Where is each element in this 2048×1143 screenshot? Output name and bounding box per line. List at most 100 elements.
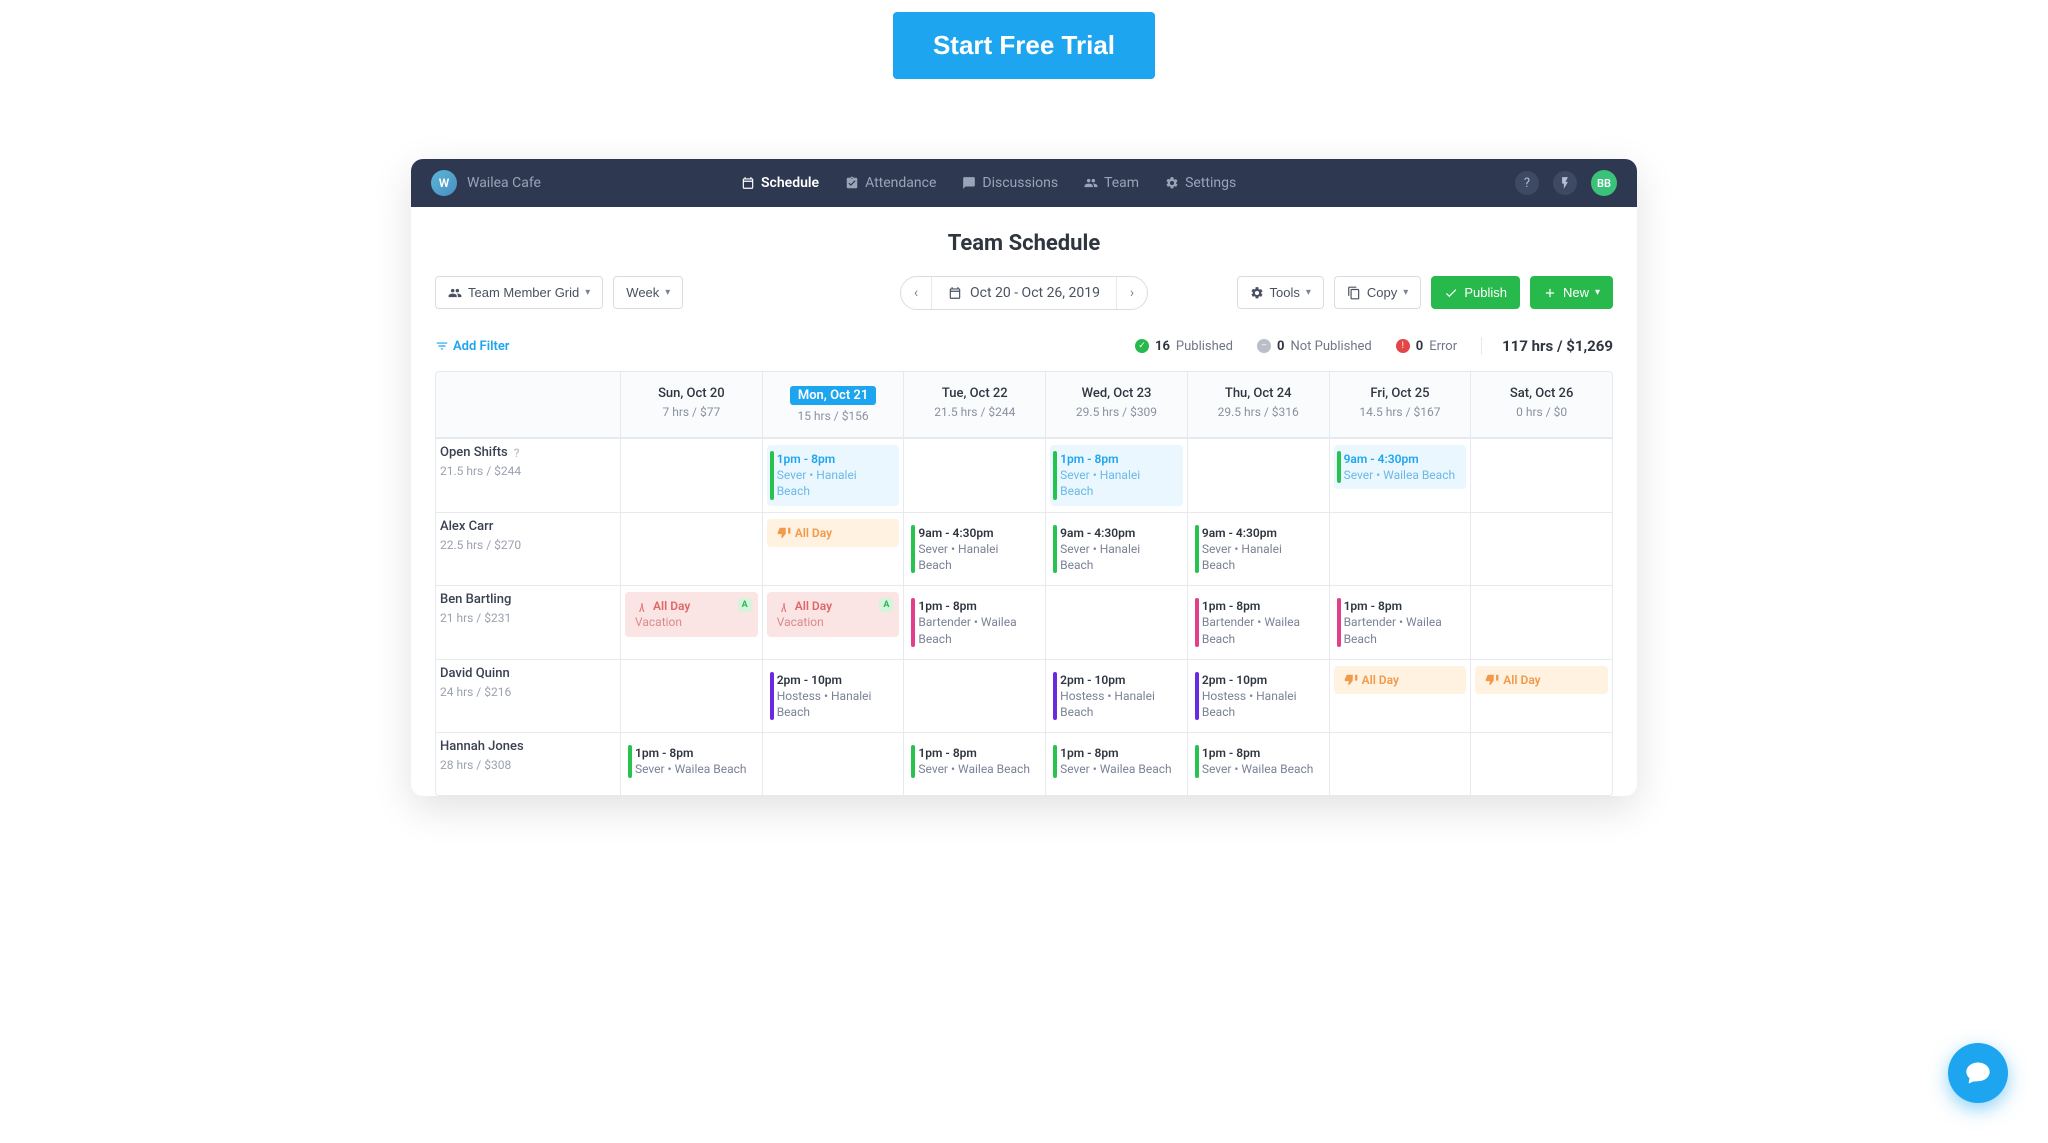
schedule-cell[interactable]: 9am - 4:30pmSever • Hanalei Beach — [1045, 513, 1187, 586]
nav-team[interactable]: Team — [1084, 175, 1139, 191]
nav-attendance[interactable]: Attendance — [845, 175, 936, 191]
tools-dropdown[interactable]: Tools ▾ — [1237, 276, 1324, 309]
row-header[interactable]: Ben Bartling21 hrs / $231 — [436, 586, 620, 659]
shift-card[interactable]: 1pm - 8pmBartender • Wailea Beach — [1334, 592, 1467, 653]
shift-card[interactable]: 1pm - 8pmSever • Wailea Beach — [625, 739, 758, 783]
row-header[interactable]: Hannah Jones28 hrs / $308 — [436, 733, 620, 795]
row-header[interactable]: David Quinn24 hrs / $216 — [436, 660, 620, 733]
timeoff-card[interactable]: All Day — [1334, 666, 1467, 694]
nav-discussions[interactable]: Discussions — [962, 175, 1058, 191]
schedule-cell[interactable] — [1470, 733, 1612, 795]
schedule-cell[interactable]: 1pm - 8pmBartender • Wailea Beach — [1329, 586, 1471, 659]
shift-card[interactable]: 9am - 4:30pmSever • Hanalei Beach — [1192, 519, 1325, 580]
shift-card[interactable]: 9am - 4:30pmSever • Hanalei Beach — [1050, 519, 1183, 580]
help-icon[interactable]: ? — [514, 446, 520, 460]
vacation-card[interactable]: All DayVacationA — [625, 592, 758, 636]
shift-card[interactable]: 1pm - 8pmSever • Hanalei Beach — [767, 445, 900, 506]
shift-card[interactable]: 2pm - 10pmHostess • Hanalei Beach — [1192, 666, 1325, 727]
start-free-trial-button[interactable]: Start Free Trial — [893, 12, 1155, 79]
schedule-cell[interactable]: 1pm - 8pmSever • Hanalei Beach — [1045, 439, 1187, 512]
date-prev-button[interactable]: ‹ — [901, 277, 931, 309]
schedule-cell[interactable] — [620, 513, 762, 586]
row-header[interactable]: Open Shifts?21.5 hrs / $244 — [436, 439, 620, 512]
schedule-cell[interactable] — [620, 439, 762, 512]
schedule-cell[interactable] — [1329, 733, 1471, 795]
nav-schedule[interactable]: Schedule — [741, 175, 819, 191]
schedule-cell[interactable]: 9am - 4:30pmSever • Hanalei Beach — [903, 513, 1045, 586]
shift-detail: Sever • Wailea Beach — [1202, 761, 1317, 777]
schedule-cell[interactable]: All Day — [1329, 660, 1471, 733]
shift-card[interactable]: 1pm - 8pmSever • Wailea Beach — [1050, 739, 1183, 783]
shift-card[interactable]: 2pm - 10pmHostess • Hanalei Beach — [1050, 666, 1183, 727]
schedule-cell[interactable]: 1pm - 8pmSever • Wailea Beach — [620, 733, 762, 795]
schedule-cell[interactable]: 9am - 4:30pmSever • Wailea Beach — [1329, 439, 1471, 512]
vacation-card[interactable]: All DayVacationA — [767, 592, 900, 636]
shift-time: 1pm - 8pm — [777, 451, 892, 467]
schedule-cell[interactable] — [1470, 513, 1612, 586]
shift-time: 1pm - 8pm — [1202, 598, 1317, 614]
workspace-switcher[interactable]: W Wailea Cafe — [431, 170, 541, 196]
help-icon[interactable]: ? — [1515, 171, 1539, 195]
shift-card[interactable]: 1pm - 8pmSever • Hanalei Beach — [1050, 445, 1183, 506]
workspace-avatar: W — [431, 170, 457, 196]
schedule-cell[interactable] — [903, 439, 1045, 512]
schedule-cell[interactable]: All Day — [1470, 660, 1612, 733]
chat-fab[interactable] — [1948, 1043, 2008, 1103]
schedule-cell[interactable] — [1470, 586, 1612, 659]
date-next-button[interactable]: › — [1117, 277, 1147, 309]
schedule-cell[interactable]: 1pm - 8pmBartender • Wailea Beach — [903, 586, 1045, 659]
schedule-cell[interactable] — [1329, 513, 1471, 586]
shift-card[interactable]: 1pm - 8pmBartender • Wailea Beach — [1192, 592, 1325, 653]
row-header[interactable]: Alex Carr22.5 hrs / $270 — [436, 513, 620, 586]
timeoff-card[interactable]: All Day — [767, 519, 900, 547]
copy-dropdown[interactable]: Copy ▾ — [1334, 276, 1421, 309]
shift-card[interactable]: 9am - 4:30pmSever • Hanalei Beach — [908, 519, 1041, 580]
day-header[interactable]: Sun, Oct 207 hrs / $77 — [620, 372, 762, 438]
date-range-button[interactable]: Oct 20 - Oct 26, 2019 — [932, 277, 1116, 309]
totals-label: 117 hrs / $1,269 — [1481, 337, 1613, 355]
schedule-cell[interactable] — [1470, 439, 1612, 512]
schedule-cell[interactable]: 1pm - 8pmSever • Hanalei Beach — [762, 439, 904, 512]
user-avatar[interactable]: BB — [1591, 170, 1617, 196]
publish-button[interactable]: Publish — [1431, 276, 1520, 309]
schedule-cell[interactable]: All DayVacationA — [762, 586, 904, 659]
schedule-cell[interactable]: 1pm - 8pmBartender • Wailea Beach — [1187, 586, 1329, 659]
shift-card[interactable]: 9am - 4:30pmSever • Wailea Beach — [1334, 445, 1467, 489]
schedule-cell[interactable]: All DayVacationA — [620, 586, 762, 659]
schedule-cell[interactable]: 1pm - 8pmSever • Wailea Beach — [1187, 733, 1329, 795]
schedule-cell[interactable] — [762, 733, 904, 795]
shift-card[interactable]: 2pm - 10pmHostess • Hanalei Beach — [767, 666, 900, 727]
day-header[interactable]: Thu, Oct 2429.5 hrs / $316 — [1187, 372, 1329, 438]
shift-time: All Day — [777, 525, 892, 541]
day-header[interactable]: Wed, Oct 2329.5 hrs / $309 — [1045, 372, 1187, 438]
day-header[interactable]: Tue, Oct 2221.5 hrs / $244 — [903, 372, 1045, 438]
shift-card[interactable]: 1pm - 8pmSever • Wailea Beach — [1192, 739, 1325, 783]
schedule-cell[interactable]: 1pm - 8pmSever • Wailea Beach — [1045, 733, 1187, 795]
day-header[interactable]: Sat, Oct 260 hrs / $0 — [1470, 372, 1612, 438]
new-dropdown[interactable]: New ▾ — [1530, 276, 1613, 309]
schedule-cell[interactable]: 2pm - 10pmHostess • Hanalei Beach — [762, 660, 904, 733]
nav-settings[interactable]: Settings — [1165, 175, 1236, 191]
bolt-icon[interactable] — [1553, 171, 1577, 195]
schedule-cell[interactable]: 2pm - 10pmHostess • Hanalei Beach — [1187, 660, 1329, 733]
schedule-cell[interactable] — [903, 660, 1045, 733]
schedule-cell[interactable]: All Day — [762, 513, 904, 586]
schedule-cell[interactable] — [620, 660, 762, 733]
page-title: Team Schedule — [435, 231, 1613, 256]
timeoff-card[interactable]: All Day — [1475, 666, 1608, 694]
day-label: Fri, Oct 25 — [1336, 386, 1465, 401]
day-header[interactable]: Mon, Oct 2115 hrs / $156 — [762, 372, 904, 438]
view-mode-dropdown[interactable]: Team Member Grid ▾ — [435, 276, 603, 309]
schedule-cell[interactable] — [1187, 439, 1329, 512]
shift-card[interactable]: 1pm - 8pmSever • Wailea Beach — [908, 739, 1041, 783]
schedule-cell[interactable]: 1pm - 8pmSever • Wailea Beach — [903, 733, 1045, 795]
day-header[interactable]: Fri, Oct 2514.5 hrs / $167 — [1329, 372, 1471, 438]
member-name: Alex Carr — [440, 519, 616, 534]
shift-time: 1pm - 8pm — [1202, 745, 1317, 761]
shift-card[interactable]: 1pm - 8pmBartender • Wailea Beach — [908, 592, 1041, 653]
schedule-cell[interactable]: 9am - 4:30pmSever • Hanalei Beach — [1187, 513, 1329, 586]
schedule-cell[interactable] — [1045, 586, 1187, 659]
schedule-cell[interactable]: 2pm - 10pmHostess • Hanalei Beach — [1045, 660, 1187, 733]
period-dropdown[interactable]: Week ▾ — [613, 276, 683, 309]
add-filter-button[interactable]: Add Filter — [435, 339, 510, 354]
